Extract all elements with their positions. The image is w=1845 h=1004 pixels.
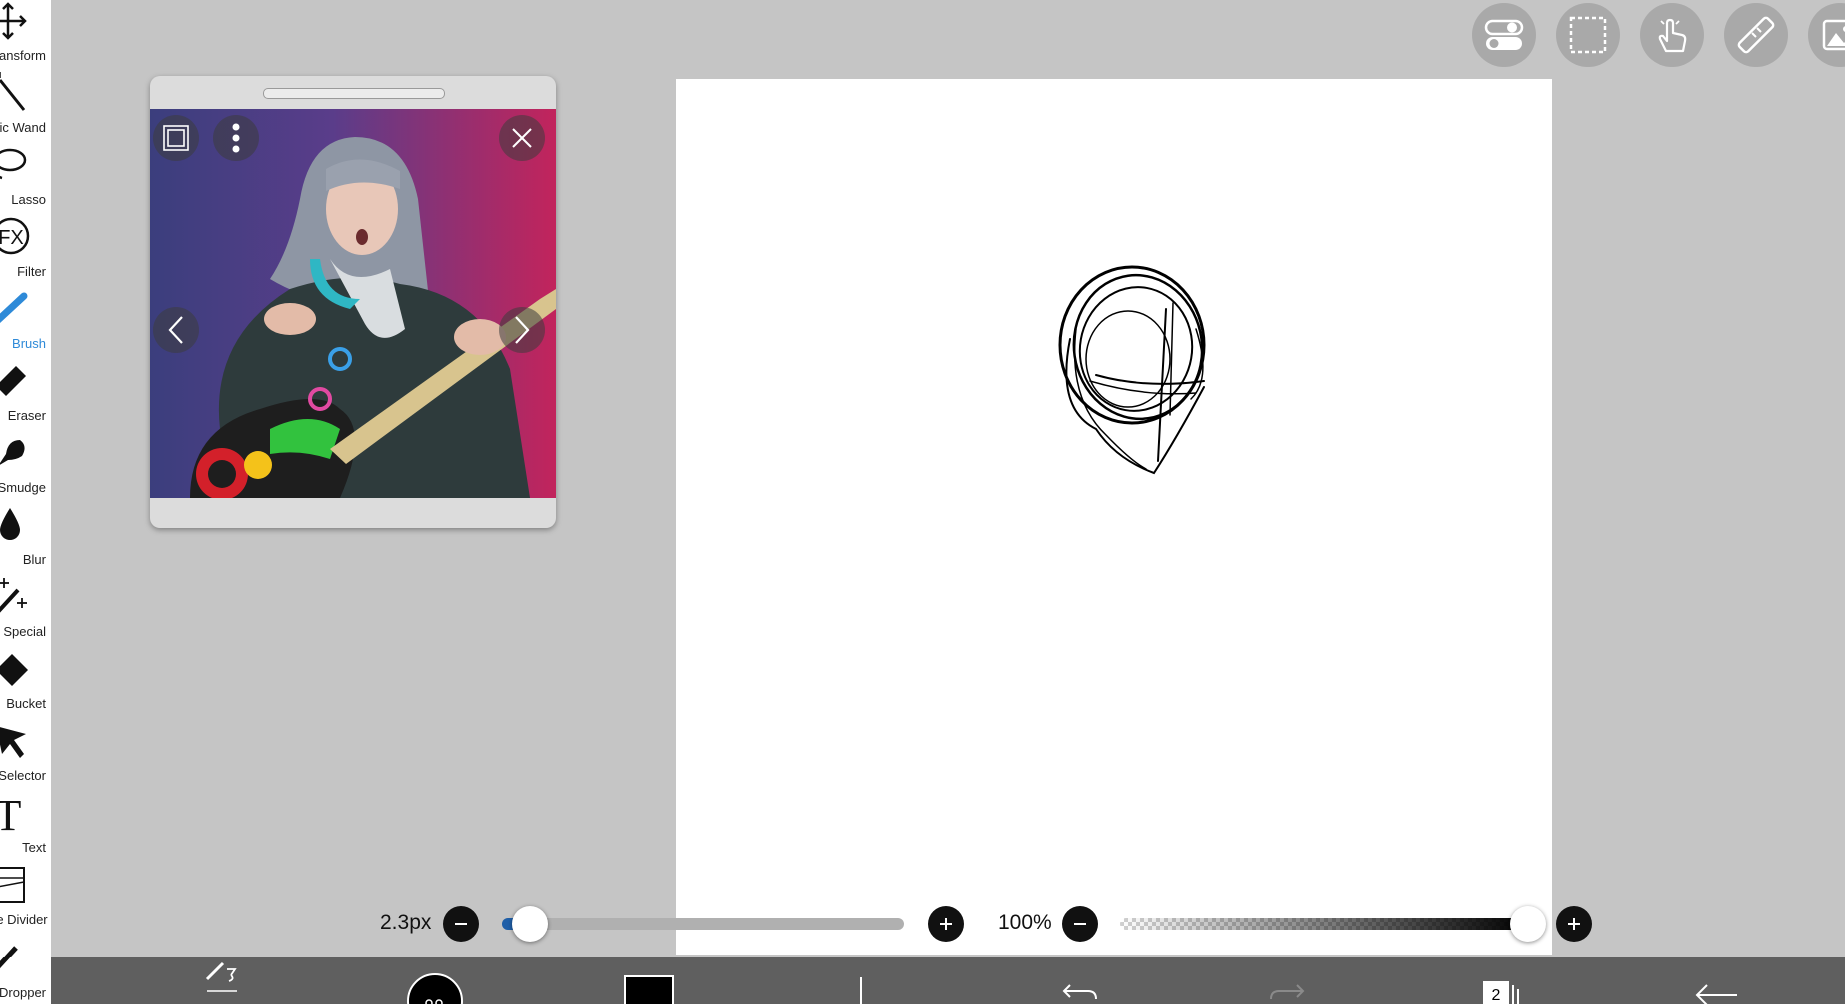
- tool-magic-wand[interactable]: Magic Wand: [0, 72, 51, 144]
- previous-image-button[interactable]: [153, 307, 199, 353]
- tool-lasso[interactable]: Lasso: [0, 144, 51, 216]
- previous-chevron-icon: [168, 316, 183, 344]
- special-sparkle-icon: [0, 578, 27, 613]
- brush-icon: [0, 292, 28, 324]
- tool-label: Eraser: [7, 408, 46, 423]
- tool-sidebar: Transform Magic Wand Lasso FX Filter Bru…: [0, 0, 51, 957]
- color-swatch-button[interactable]: [624, 975, 674, 1004]
- back-arrow-icon[interactable]: [1691, 957, 1741, 1004]
- hand-gesture-button[interactable]: [1640, 3, 1704, 67]
- brush-preview-button[interactable]: [407, 973, 463, 1004]
- dropper-icon: [0, 957, 11, 969]
- close-icon: [512, 128, 532, 148]
- head-sketch: [1058, 265, 1206, 475]
- magic-wand-icon: [0, 72, 26, 111]
- tool-label: Selector: [0, 768, 46, 783]
- more-options-button[interactable]: [213, 115, 259, 161]
- reference-image-button[interactable]: [1808, 3, 1845, 67]
- frame-divider-icon: [0, 867, 25, 903]
- fit-frame-icon: [163, 125, 189, 151]
- opacity-knob[interactable]: [1510, 906, 1546, 942]
- brush-size-increase-button[interactable]: [928, 906, 964, 942]
- plus-icon: [1568, 918, 1580, 930]
- next-image-button[interactable]: [499, 307, 545, 353]
- reference-image-icon: [1822, 19, 1845, 51]
- next-chevron-icon: [515, 316, 530, 344]
- selection-rect-icon: [1569, 16, 1607, 54]
- bottom-toolbar: 2: [51, 957, 1845, 1004]
- brush-size-value: 2.3px: [380, 911, 432, 934]
- brush-size-slider[interactable]: [502, 918, 904, 930]
- tool-brush[interactable]: Brush: [0, 288, 51, 360]
- tool-transform[interactable]: Transform: [0, 0, 51, 72]
- tool-smudge[interactable]: Smudge: [0, 432, 51, 504]
- import-down-icon[interactable]: [839, 957, 883, 1004]
- layer-count: 2: [1491, 987, 1501, 1004]
- redo-icon[interactable]: [1269, 957, 1313, 1004]
- opacity-decrease-button[interactable]: [1062, 906, 1098, 942]
- minus-icon: [1074, 923, 1086, 925]
- tool-bucket[interactable]: Bucket: [0, 648, 51, 720]
- ruler-button[interactable]: [1724, 3, 1788, 67]
- brush-size-decrease-button[interactable]: [443, 906, 479, 942]
- text-t-icon: T: [0, 792, 22, 836]
- brush-size-knob[interactable]: [512, 906, 549, 942]
- tool-frame-divider[interactable]: Frame Divider: [0, 864, 51, 936]
- tool-dropper[interactable]: [0, 936, 51, 957]
- minus-icon: [455, 923, 467, 925]
- svg-text:T: T: [0, 792, 22, 836]
- eraser-icon: [0, 366, 26, 396]
- svg-text:FX: FX: [0, 227, 24, 249]
- opacity-slider[interactable]: [1120, 918, 1528, 930]
- reference-drag-handle[interactable]: [263, 88, 445, 99]
- tool-label: Filter: [17, 264, 46, 279]
- blur-drop-icon: [0, 508, 20, 540]
- tool-selector[interactable]: Selector: [0, 720, 51, 792]
- tool-text[interactable]: T Text: [0, 792, 51, 864]
- tool-label: Frame Divider: [0, 912, 48, 927]
- close-reference-button[interactable]: [499, 115, 545, 161]
- tool-special[interactable]: Special: [0, 576, 51, 648]
- smudge-icon: [0, 440, 25, 465]
- tool-label: Text: [22, 840, 46, 855]
- layers-button[interactable]: 2: [1481, 979, 1527, 1004]
- guitarist-photo: [150, 109, 556, 498]
- tool-label: Brush: [12, 336, 46, 351]
- lasso-icon: [0, 148, 27, 180]
- undo-icon[interactable]: [1054, 957, 1098, 1004]
- tool-blur[interactable]: Blur: [0, 504, 51, 576]
- opacity-value: 100%: [998, 911, 1052, 934]
- brush-preview-icon: [425, 999, 443, 1004]
- tool-label: Smudge: [0, 480, 46, 495]
- tool-label: Lasso: [11, 192, 46, 207]
- toggle-settings-icon: [1484, 19, 1524, 50]
- plus-icon: [940, 918, 952, 930]
- more-vertical-icon: [232, 123, 240, 153]
- tool-label: Magic Wand: [0, 120, 46, 135]
- fx-filter-icon: FX: [0, 217, 30, 255]
- tool-label: Special: [3, 624, 46, 639]
- opacity-increase-button[interactable]: [1556, 906, 1592, 942]
- toggle-settings-button[interactable]: [1472, 3, 1536, 67]
- tool-label: Blur: [22, 552, 46, 567]
- drawing-canvas[interactable]: [676, 79, 1552, 955]
- tool-eraser[interactable]: Eraser: [0, 360, 51, 432]
- selector-arrow-icon: [0, 727, 26, 758]
- tool-label: Transform: [0, 48, 46, 63]
- dropper-icon: [4, 946, 18, 957]
- tool-dropper-label-area: Dropper: [0, 957, 51, 1004]
- move-arrows-icon: [0, 2, 27, 40]
- tool-label: Bucket: [6, 696, 46, 711]
- fit-frame-button[interactable]: [153, 115, 199, 161]
- reference-photo[interactable]: [150, 109, 556, 498]
- hand-gesture-icon: [1658, 18, 1687, 53]
- tool-label: Dropper: [0, 985, 46, 1000]
- reference-window[interactable]: [150, 76, 556, 528]
- bucket-icon: [0, 654, 28, 686]
- selection-button[interactable]: [1556, 3, 1620, 67]
- tool-filter[interactable]: FX Filter: [0, 216, 51, 288]
- ruler-icon: [1737, 16, 1775, 54]
- brush-settings-icon[interactable]: [201, 957, 245, 1004]
